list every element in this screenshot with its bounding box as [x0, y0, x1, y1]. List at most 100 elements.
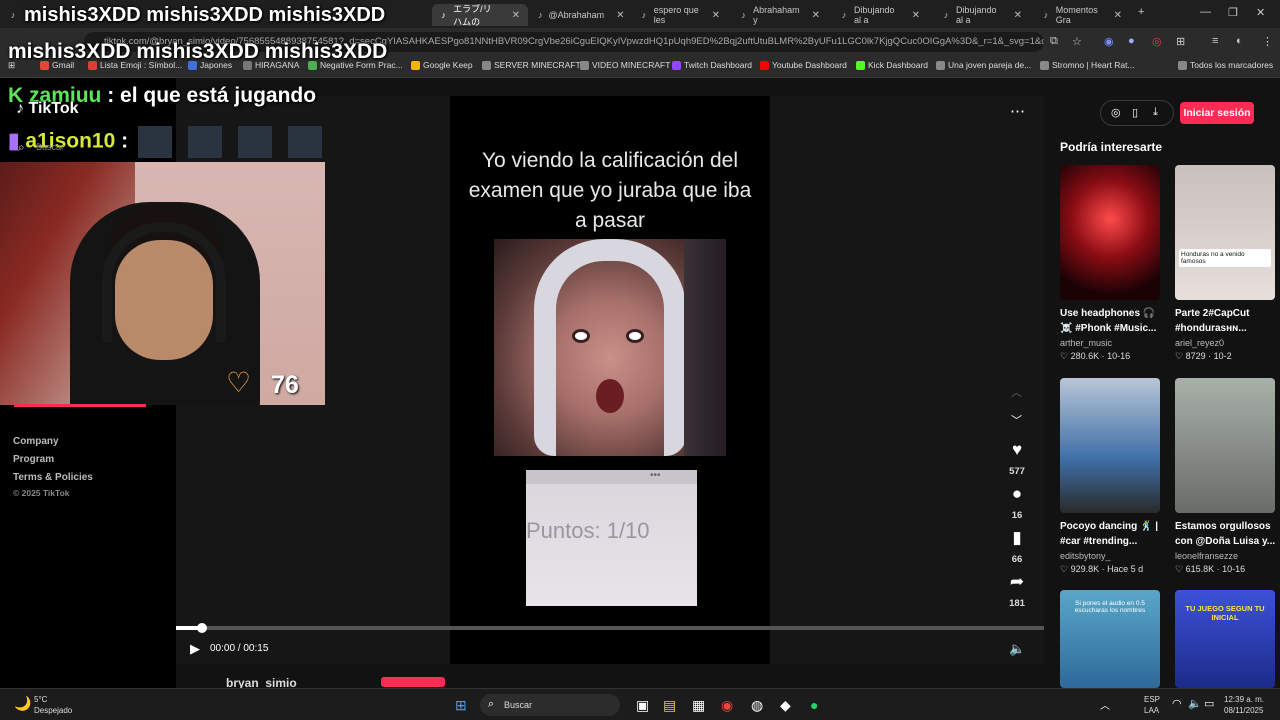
save-button[interactable]: ▮ 66	[1006, 528, 1028, 565]
tab-5[interactable]: ♪ Abrahaham y ✕	[732, 4, 828, 26]
taskbar-search[interactable]: ⌕ Buscar	[480, 694, 620, 716]
share-button[interactable]: ➦ 181	[1006, 572, 1028, 609]
compass-icon[interactable]: ◎	[1111, 106, 1121, 119]
tab-4[interactable]: ♪ espero que les ✕	[632, 4, 728, 26]
minimize-icon[interactable]: —	[1200, 6, 1211, 18]
download-icon[interactable]: ⤓	[1153, 106, 1158, 119]
close-icon[interactable]: ✕	[1114, 10, 1122, 21]
follow-button[interactable]	[381, 677, 445, 687]
app-icon[interactable]: ◍	[751, 697, 763, 714]
bookmark-twitch[interactable]: Twitch Dashboard	[672, 60, 752, 70]
clock-date[interactable]: 08/11/2025	[1224, 706, 1263, 715]
install-icon[interactable]: ⧉	[1050, 35, 1058, 48]
tab-1[interactable]: ♪ mishis3XDD mishis3XDD mishis3XDD	[0, 4, 420, 26]
tab-2[interactable]: ♪ エラブ/リハムの ✕	[432, 4, 528, 27]
video-progress-bar[interactable]	[176, 623, 1044, 633]
more-options-icon[interactable]: ⋯	[1010, 102, 1025, 120]
tab-8[interactable]: ♪ Momentos Gra ✕	[1034, 4, 1130, 26]
kebab-menu-icon[interactable]: ⋮	[1262, 35, 1273, 48]
bookmark-star-icon[interactable]: ☆	[1072, 35, 1082, 48]
close-icon[interactable]: ✕	[512, 10, 520, 21]
task-view-icon[interactable]: ▣	[636, 697, 649, 714]
extension-icon[interactable]: ◉	[1104, 35, 1114, 48]
tiktok-icon: ♪	[441, 10, 446, 20]
globe-icon	[1040, 60, 1049, 70]
extensions-puzzle-icon[interactable]: ⊞	[1176, 35, 1185, 48]
bookmark-all-folder[interactable]: Todos los marcadores	[1178, 60, 1273, 70]
chrome-icon[interactable]: ◉	[721, 697, 733, 714]
bookmark-server-minecraft[interactable]: SERVER MINECRAFT	[482, 60, 581, 70]
tab-6[interactable]: ♪ Dibujando al a ✕	[832, 4, 928, 26]
rec-thumb-4[interactable]	[1175, 378, 1275, 513]
author-row: bryan_simio	[176, 674, 1044, 688]
profile-avatar-icon[interactable]: ◐	[1236, 35, 1243, 47]
lang-primary[interactable]: ESP	[1144, 695, 1160, 704]
rec-author-4[interactable]: leonelfransezze	[1175, 551, 1280, 561]
chevron-up-icon[interactable]: ︿	[1011, 384, 1022, 400]
bookmark-joven-pareja[interactable]: Una joven pareja de...	[936, 60, 1031, 70]
rec-author-3[interactable]: editsbytony_	[1060, 551, 1170, 561]
bookmark-icon: ▮	[1012, 528, 1022, 547]
like-button[interactable]: ♥ 577	[1006, 440, 1028, 477]
app-icon[interactable]: ◆	[780, 697, 791, 714]
close-icon[interactable]: ✕	[912, 10, 920, 21]
rec-thumb-6-overlay: TU JUEGO SEGUN TU INICIAL	[1185, 604, 1265, 622]
tab-3[interactable]: ♪ @Abrahaham ✕	[530, 4, 626, 26]
store-icon[interactable]: ▦	[692, 697, 705, 714]
battery-icon[interactable]: ▭	[1204, 697, 1214, 710]
footer-program[interactable]: Program	[13, 454, 54, 465]
rec-title-1[interactable]: Use headphones 🎧 ☠️ #Phonk #Music...	[1060, 306, 1166, 336]
phone-icon[interactable]: ▯	[1132, 106, 1138, 119]
wifi-icon[interactable]: ◠	[1172, 697, 1182, 710]
play-icon[interactable]: ▶	[190, 641, 200, 657]
lang-secondary[interactable]: LAA	[1144, 706, 1159, 715]
volume-icon[interactable]: 🔈	[1009, 641, 1025, 657]
footer-terms[interactable]: Terms & Policies	[13, 472, 93, 483]
bookmark-video-minecraft[interactable]: VIDEO MINECRAFT	[580, 60, 670, 70]
overlay-title-line1: mishis3XDD mishis3XDD mishis3XDD	[24, 3, 386, 26]
close-icon[interactable]: ✕	[712, 10, 720, 21]
rec-title-3[interactable]: Pocoyo dancing 🕺 | #car #trending...	[1060, 519, 1166, 549]
new-tab-icon[interactable]: +	[1138, 6, 1144, 18]
chevron-up-icon[interactable]: ︿	[1100, 697, 1110, 712]
clock-time[interactable]: 12:39 a. m.	[1224, 695, 1264, 704]
bookmark-google-keep[interactable]: Google Keep	[411, 60, 473, 70]
close-icon[interactable]: ✕	[812, 10, 820, 21]
tab-7[interactable]: ♪ Dibujando al a ✕	[934, 4, 1030, 26]
comment-button[interactable]: ● 16	[1006, 484, 1028, 521]
tiktok-icon: ♪	[841, 10, 847, 20]
footer-company[interactable]: Company	[13, 436, 59, 447]
login-button[interactable]: Iniciar sesión	[1180, 102, 1254, 124]
bookmark-stromno[interactable]: Stromno | Heart Rat...	[1040, 60, 1135, 70]
windows-start-icon[interactable]: ⊞	[455, 697, 467, 714]
rec-title-4[interactable]: Estamos orgullosos con @Doña Luisa y...	[1175, 519, 1280, 549]
rec-title-2[interactable]: Parte 2#CapCut #hondurasʜɴ...	[1175, 306, 1280, 336]
menu-lines-icon[interactable]: ≡	[1212, 35, 1218, 47]
search-icon[interactable]: ⌕	[18, 140, 25, 155]
kick-icon	[856, 60, 865, 70]
close-icon[interactable]: ✕	[1014, 10, 1022, 21]
close-window-icon[interactable]: ✕	[1256, 6, 1265, 19]
rec-thumb-6[interactable]: TU JUEGO SEGUN TU INICIAL	[1175, 590, 1275, 688]
author-name[interactable]: bryan_simio	[226, 676, 297, 688]
bookmark-youtube[interactable]: Youtube Dashboard	[760, 60, 847, 70]
rec-author-1[interactable]: arther_music	[1060, 338, 1170, 348]
extension-icon[interactable]: ●	[1128, 35, 1135, 47]
extension-icon[interactable]: ◎	[1152, 35, 1162, 48]
bookmark-kick[interactable]: Kick Dashboard	[856, 60, 928, 70]
close-icon[interactable]: ✕	[616, 10, 624, 21]
search-input[interactable]: Buscar	[36, 142, 64, 152]
tiktok-logo[interactable]: ♪ TikTok	[16, 100, 79, 118]
volume-icon[interactable]: 🔈	[1188, 697, 1202, 710]
rec-thumb-1[interactable]	[1060, 165, 1160, 300]
spotify-icon[interactable]: ●	[810, 697, 818, 713]
rec-thumb-2[interactable]: Honduras no a venido famosos	[1175, 165, 1275, 300]
maximize-icon[interactable]: ❐	[1228, 6, 1238, 19]
progress-knob[interactable]	[197, 623, 208, 633]
rec-author-2[interactable]: ariel_reyez0	[1175, 338, 1280, 348]
file-explorer-icon[interactable]: ▤	[663, 697, 676, 714]
youtube-icon	[760, 60, 769, 70]
chevron-down-icon[interactable]: ﹀	[1011, 412, 1022, 428]
rec-thumb-3[interactable]	[1060, 378, 1160, 513]
rec-thumb-5[interactable]: Si pones el audio en 0.5 escucharas los …	[1060, 590, 1160, 688]
